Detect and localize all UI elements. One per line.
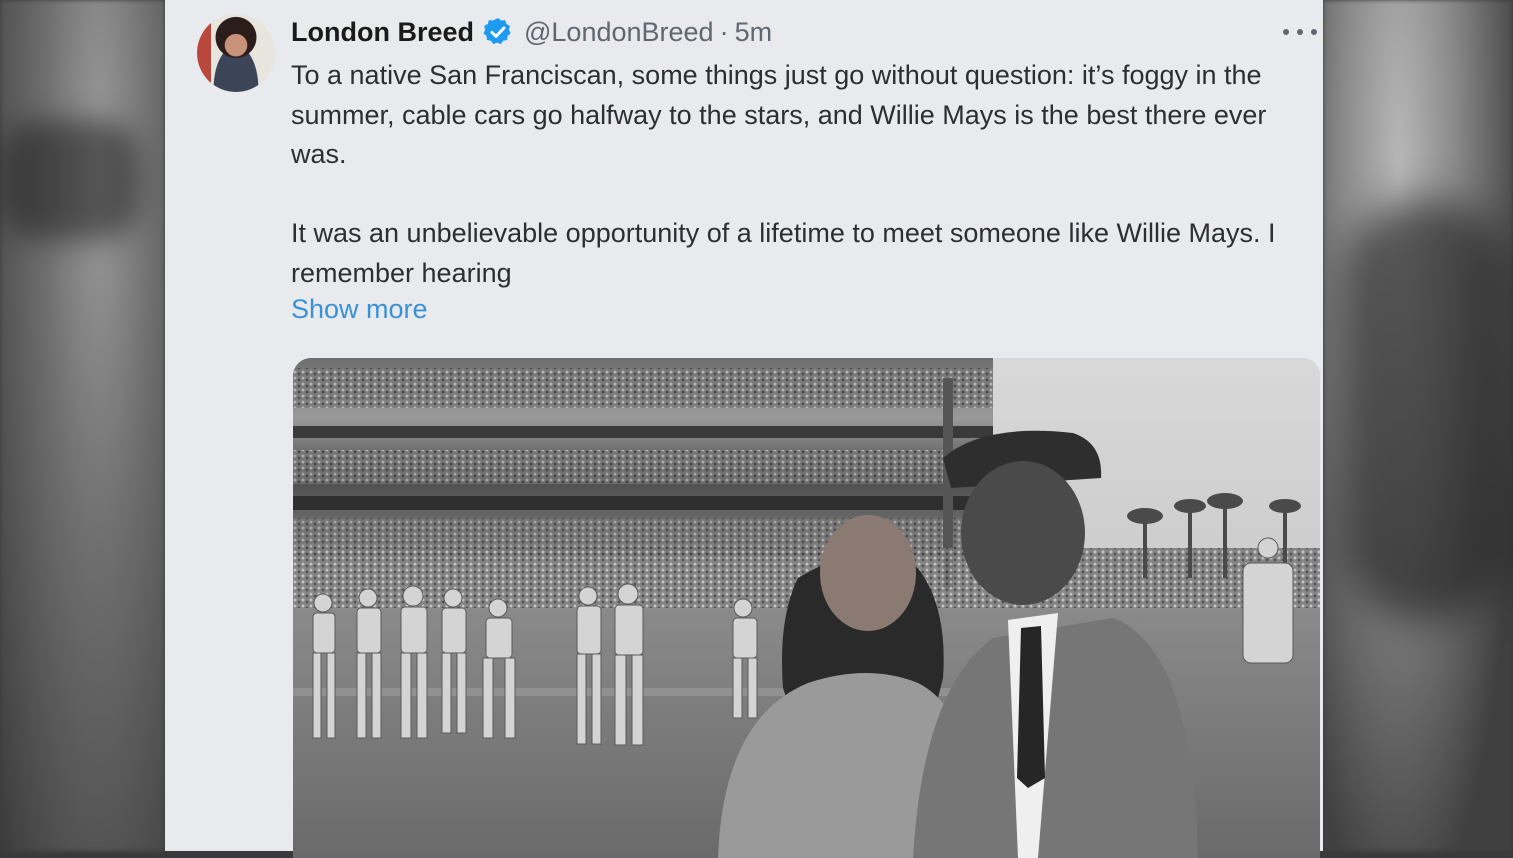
more-options-icon[interactable] xyxy=(1283,20,1317,44)
tweet-paragraph: It was an unbelievable opportunity of a … xyxy=(291,218,1276,288)
video-backdrop-right xyxy=(1323,0,1513,851)
timestamp[interactable]: 5m xyxy=(735,17,773,48)
video-backdrop-left xyxy=(0,0,165,851)
verified-badge-icon xyxy=(482,16,514,48)
tweet-card[interactable]: London Breed @LondonBreed · 5m To a nati… xyxy=(165,0,1323,858)
display-name[interactable]: London Breed xyxy=(291,17,474,48)
tweet-photo[interactable] xyxy=(293,358,1320,858)
tweet-paragraph: To a native San Franciscan, some things … xyxy=(291,60,1267,170)
separator-dot: · xyxy=(719,16,729,47)
tweet-text: To a native San Franciscan, some things … xyxy=(291,56,1316,294)
tweet-header: London Breed @LondonBreed · 5m xyxy=(291,14,772,50)
avatar[interactable] xyxy=(197,14,275,92)
author-handle[interactable]: @LondonBreed xyxy=(524,17,714,48)
show-more-link[interactable]: Show more xyxy=(291,294,428,325)
